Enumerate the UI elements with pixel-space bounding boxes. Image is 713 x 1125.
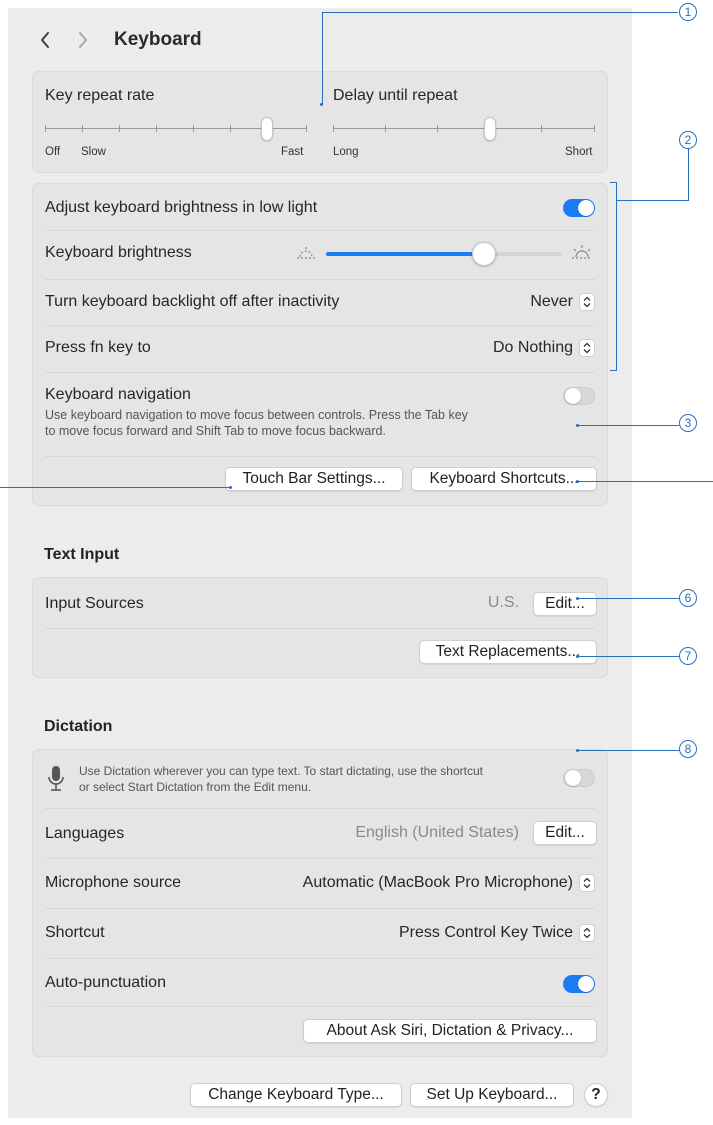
- shortcut-value: Press Control Key Twice: [399, 924, 573, 941]
- backlight-group: Adjust keyboard brightness in low light …: [32, 183, 608, 506]
- auto-punctuation-row: Auto-punctuation: [45, 972, 595, 994]
- keyboard-nav-desc-line1: Use keyboard navigation to move focus be…: [45, 408, 468, 422]
- updown-chevron-icon: [579, 924, 595, 942]
- key-repeat-fast-label: Fast: [281, 146, 304, 158]
- key-repeat-slider[interactable]: [45, 117, 307, 141]
- repeat-group: Key repeat rate Delay until repeat Off S…: [32, 71, 608, 173]
- delay-thumb[interactable]: [484, 117, 496, 141]
- callout-number-2: 2: [679, 131, 697, 149]
- keyboard-shortcuts-button[interactable]: Keyboard Shortcuts...: [411, 467, 597, 491]
- page-title: Keyboard: [114, 29, 202, 50]
- languages-value: English (United States): [355, 824, 519, 841]
- microphone-source-label: Microphone source: [45, 874, 182, 891]
- forward-button[interactable]: [72, 29, 94, 51]
- updown-chevron-icon: [579, 293, 595, 311]
- fn-key-popup[interactable]: Do Nothing: [493, 337, 595, 359]
- keyboard-nav-toggle[interactable]: [563, 387, 595, 405]
- key-repeat-slow-label: Slow: [81, 146, 106, 158]
- back-button[interactable]: [34, 29, 56, 51]
- microphone-source-value: Automatic (MacBook Pro Microphone): [302, 874, 573, 891]
- brightness-thumb[interactable]: [472, 242, 496, 266]
- set-up-keyboard-button[interactable]: Set Up Keyboard...: [410, 1083, 574, 1107]
- titlebar: Keyboard: [34, 28, 202, 52]
- keyboard-nav-description: Use keyboard navigation to move focus be…: [45, 407, 468, 439]
- inactivity-row: Turn keyboard backlight off after inacti…: [45, 291, 595, 313]
- key-repeat-off-label: Off: [45, 146, 61, 158]
- dictation-description: Use Dictation wherever you can type text…: [79, 763, 483, 795]
- fn-key-value: Do Nothing: [492, 339, 573, 356]
- callout-number-1: 1: [679, 3, 697, 21]
- touch-bar-settings-button[interactable]: Touch Bar Settings...: [225, 467, 403, 491]
- updown-chevron-icon: [579, 874, 595, 892]
- brightness-high-icon: [572, 245, 592, 259]
- languages-edit-button[interactable]: Edit...: [533, 821, 597, 845]
- keyboard-brightness-slider[interactable]: [326, 242, 562, 266]
- text-input-heading: Text Input: [44, 546, 120, 563]
- key-repeat-label: Key repeat rate: [45, 87, 155, 104]
- change-keyboard-type-button[interactable]: Change Keyboard Type...: [190, 1083, 402, 1107]
- input-sources-label: Input Sources: [45, 595, 144, 612]
- delay-long-label: Long: [333, 146, 359, 158]
- siri-privacy-button[interactable]: About Ask Siri, Dictation & Privacy...: [303, 1019, 597, 1043]
- shortcut-label: Shortcut: [45, 924, 105, 941]
- auto-punctuation-label: Auto-punctuation: [45, 974, 166, 991]
- delay-label: Delay until repeat: [333, 87, 458, 104]
- languages-label: Languages: [45, 825, 125, 842]
- updown-chevron-icon: [579, 339, 595, 357]
- dictation-desc-line1: Use Dictation wherever you can type text…: [79, 764, 483, 778]
- callout-number-7: 7: [679, 647, 697, 665]
- input-sources-edit-button[interactable]: Edit...: [533, 592, 597, 616]
- text-replacements-button[interactable]: Text Replacements...: [419, 640, 597, 664]
- inactivity-label: Turn keyboard backlight off after inacti…: [45, 293, 340, 310]
- text-input-group: Input Sources U.S. Edit... Text Replacem…: [32, 577, 608, 678]
- inactivity-popup[interactable]: Never: [530, 291, 595, 313]
- dictation-desc-line2: or select Start Dictation from the Edit …: [79, 780, 312, 794]
- microphone-source-popup[interactable]: Automatic (MacBook Pro Microphone): [303, 872, 595, 894]
- chevron-right-icon: [79, 32, 87, 48]
- delay-slider[interactable]: [333, 117, 595, 141]
- callout-number-8: 8: [679, 740, 697, 758]
- settings-window: Keyboard Key repeat rate Delay until rep…: [8, 8, 632, 1118]
- dictation-heading: Dictation: [44, 718, 113, 735]
- keyboard-nav-row: Keyboard navigation: [45, 384, 595, 406]
- keyboard-nav-label: Keyboard navigation: [45, 386, 191, 403]
- inactivity-value: Never: [530, 293, 573, 310]
- help-button[interactable]: ?: [584, 1083, 608, 1107]
- shortcut-popup[interactable]: Press Control Key Twice: [399, 922, 595, 944]
- keyboard-brightness-label: Keyboard brightness: [45, 244, 192, 261]
- input-sources-value: U.S.: [487, 594, 519, 611]
- adjust-brightness-label: Adjust keyboard brightness in low light: [45, 199, 318, 216]
- dictation-group: Use Dictation wherever you can type text…: [32, 749, 608, 1057]
- adjust-brightness-toggle[interactable]: [563, 199, 595, 217]
- adjust-brightness-row: Adjust keyboard brightness in low light: [45, 197, 595, 219]
- callout-number-6: 6: [679, 589, 697, 607]
- microphone-icon: [48, 766, 64, 791]
- auto-punctuation-toggle[interactable]: [563, 975, 595, 993]
- callout-number-3: 3: [679, 414, 697, 432]
- delay-short-label: Short: [565, 146, 593, 158]
- chevron-left-icon: [41, 32, 49, 48]
- brightness-low-icon: [297, 247, 315, 259]
- fn-key-label: Press fn key to: [45, 339, 151, 356]
- keyboard-nav-desc-line2: to move focus forward and Shift Tab to m…: [45, 424, 386, 438]
- dictation-toggle[interactable]: [563, 769, 595, 787]
- key-repeat-thumb[interactable]: [261, 117, 273, 141]
